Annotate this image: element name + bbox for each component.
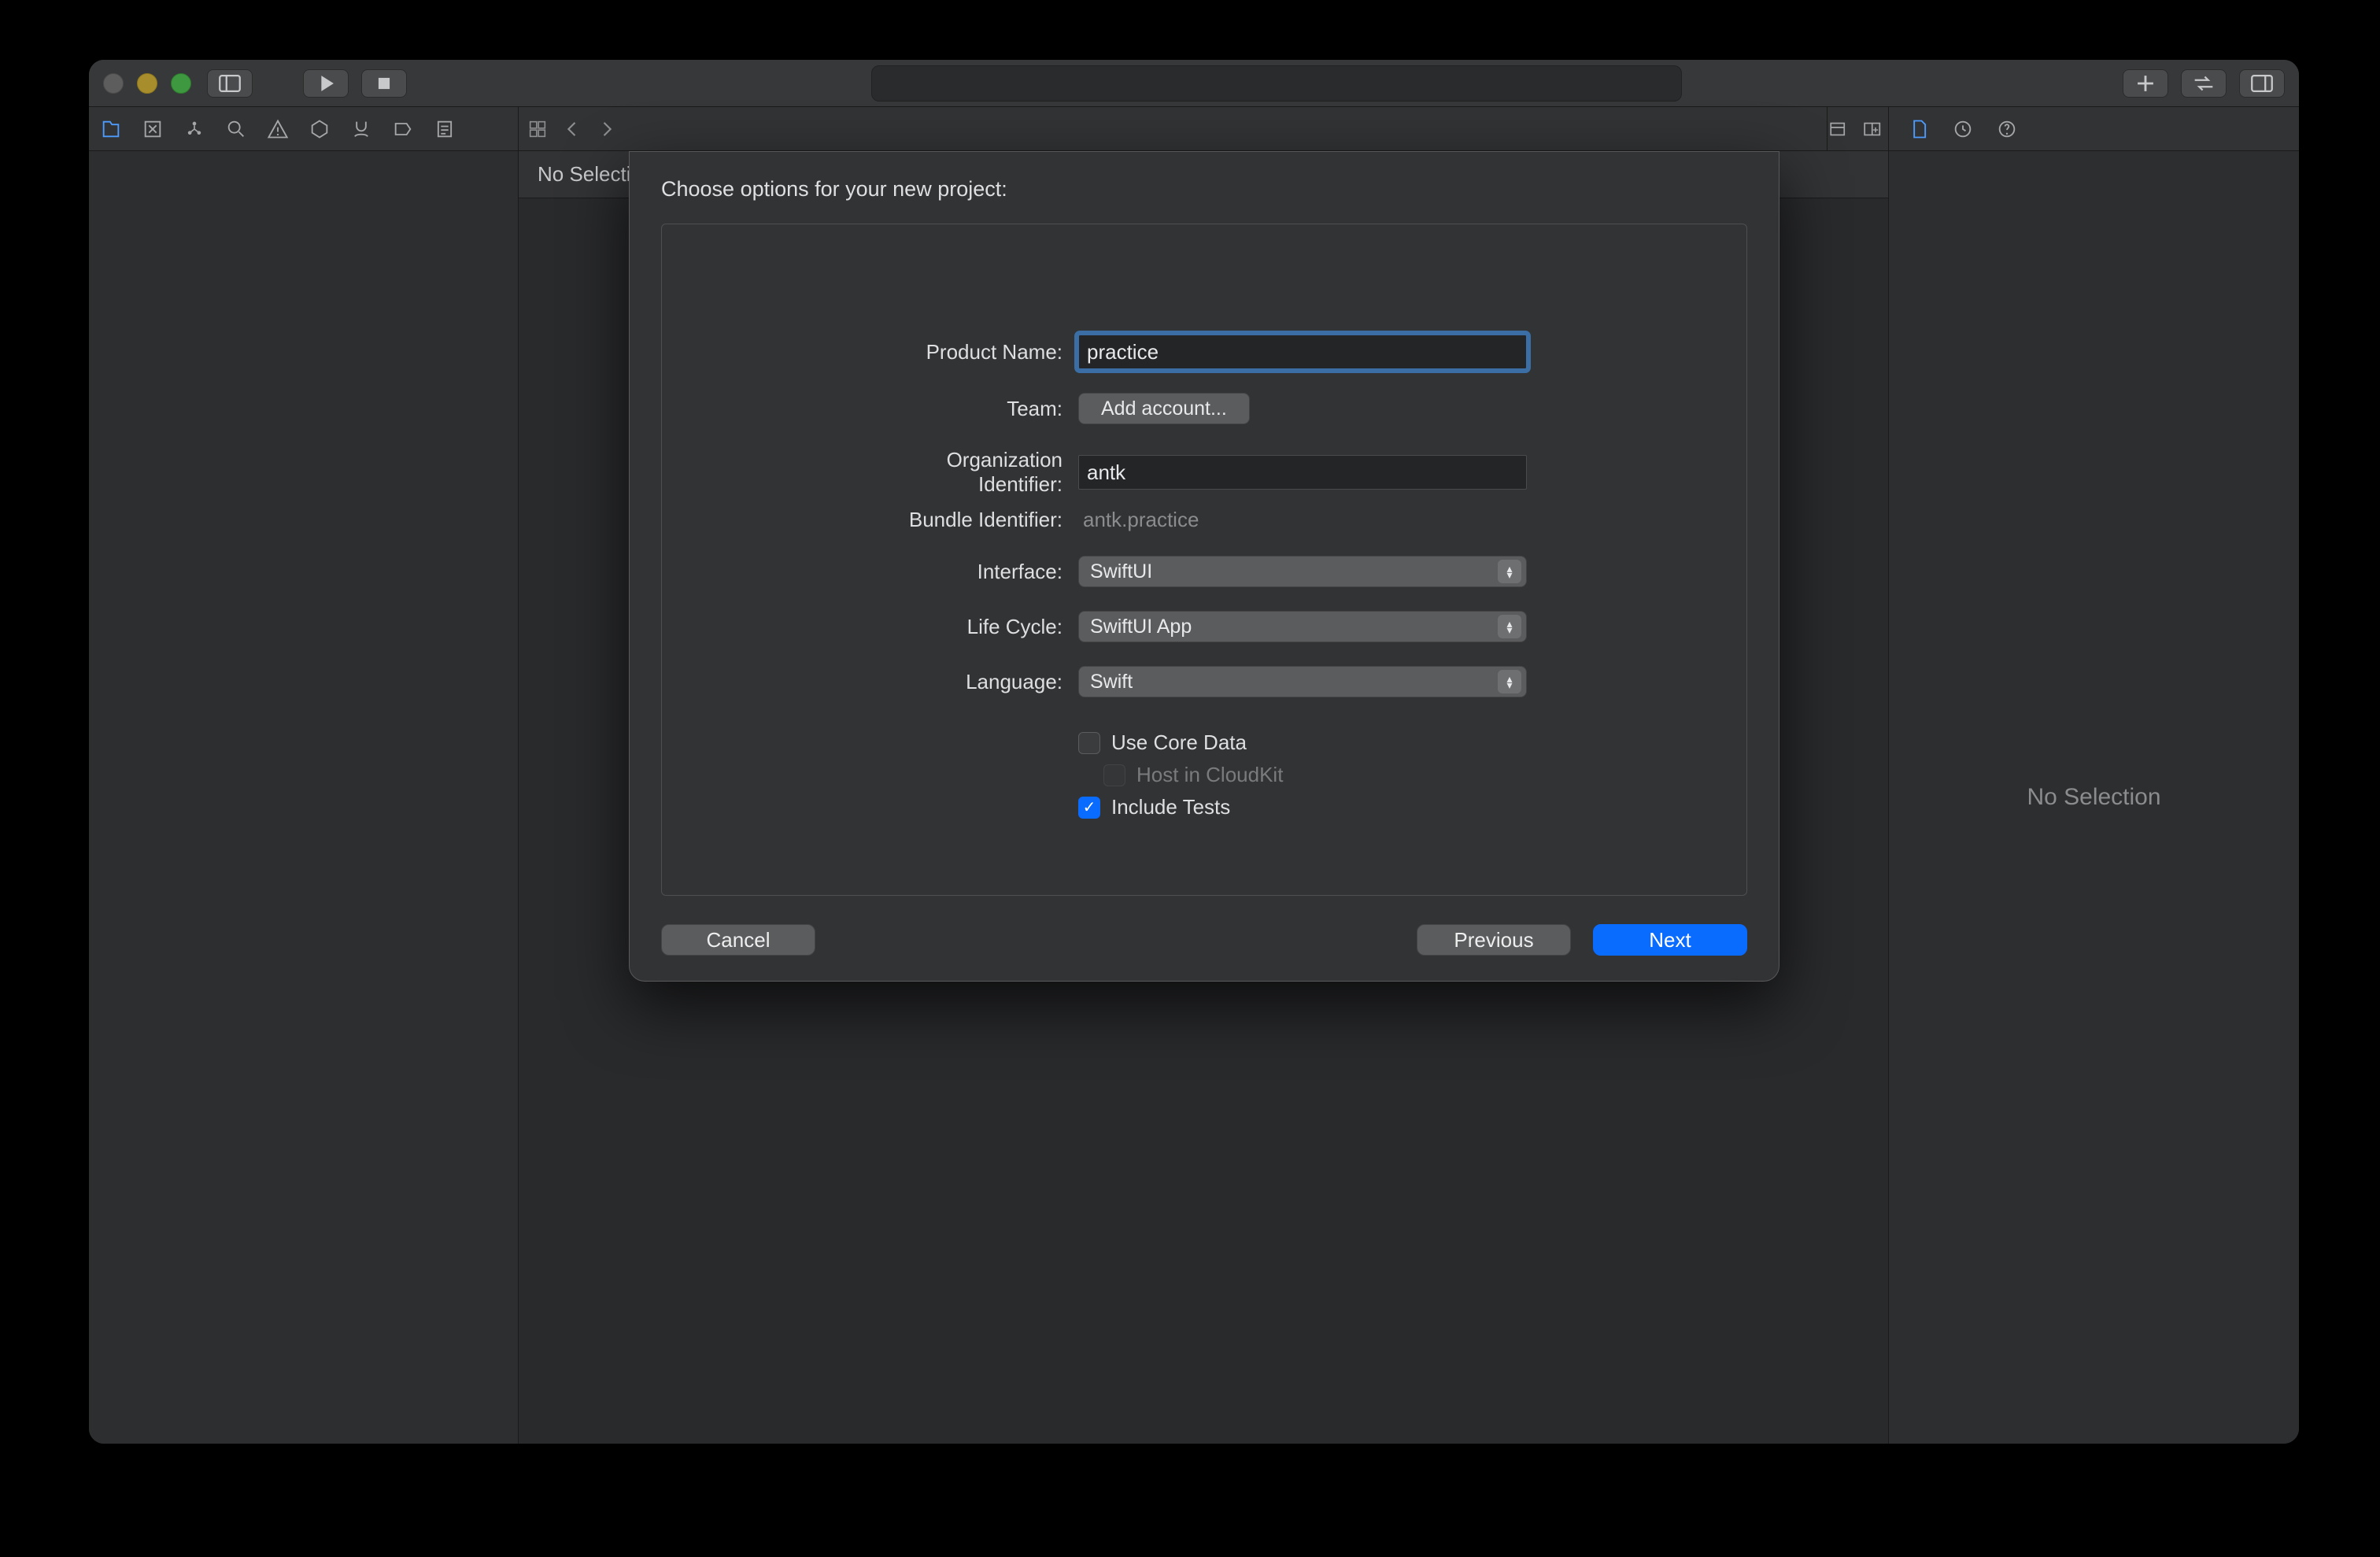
sheet-title: Choose options for your new project: <box>661 177 1747 202</box>
org-id-label: Organization Identifier: <box>866 448 1078 497</box>
library-button[interactable] <box>2123 69 2168 98</box>
plus-icon <box>2123 70 2168 97</box>
core-data-label: Use Core Data <box>1111 730 1247 755</box>
sidebar-icon <box>208 70 252 97</box>
inspector-area: No Selection <box>1888 151 2299 1444</box>
code-review-button[interactable] <box>2181 69 2227 98</box>
include-tests-checkbox[interactable]: ✓ <box>1078 797 1100 819</box>
interface-label: Interface: <box>866 560 1078 584</box>
titlebar <box>89 60 2299 107</box>
editor-nav <box>519 118 618 140</box>
stop-button[interactable] <box>361 69 407 98</box>
find-navigator-icon[interactable] <box>225 118 247 140</box>
cloudkit-checkbox <box>1103 764 1125 786</box>
project-navigator[interactable] <box>89 151 519 1444</box>
breakpoint-navigator-icon[interactable] <box>392 118 414 140</box>
previous-button[interactable]: Previous <box>1417 924 1571 956</box>
report-navigator-icon[interactable] <box>434 118 456 140</box>
interface-popup[interactable]: SwiftUI ▴▾ <box>1078 556 1527 587</box>
issue-navigator-icon[interactable] <box>267 118 289 140</box>
test-navigator-icon[interactable] <box>309 118 331 140</box>
lifecycle-value: SwiftUI App <box>1090 616 1192 638</box>
sheet-footer: Cancel Previous Next <box>661 896 1747 956</box>
next-button[interactable]: Next <box>1593 924 1747 956</box>
nav-back-icon[interactable] <box>561 118 583 140</box>
close-window-button[interactable] <box>103 73 124 94</box>
source-control-navigator-icon[interactable] <box>142 118 164 140</box>
panel-icon <box>2240 70 2284 97</box>
traffic-lights <box>103 73 191 94</box>
activity-viewer <box>871 65 1682 102</box>
product-name-label: Product Name: <box>866 340 1078 364</box>
xcode-window: No Selection No Selection Choose options… <box>88 59 2300 1444</box>
run-button[interactable] <box>303 69 349 98</box>
bundle-id-label: Bundle Identifier: <box>866 508 1078 532</box>
core-data-checkbox[interactable] <box>1078 732 1100 754</box>
chevron-updown-icon: ▴▾ <box>1498 670 1521 693</box>
minimize-window-button[interactable] <box>137 73 157 94</box>
inspector-empty-label: No Selection <box>2027 784 2160 811</box>
related-items-icon[interactable] <box>527 118 549 140</box>
nav-forward-icon[interactable] <box>596 118 618 140</box>
project-navigator-icon[interactable] <box>100 118 122 140</box>
language-popup[interactable]: Swift ▴▾ <box>1078 666 1527 697</box>
editor-options <box>1827 107 1888 150</box>
inspector-toggle-button[interactable] <box>2239 69 2285 98</box>
lifecycle-popup[interactable]: SwiftUI App ▴▾ <box>1078 611 1527 642</box>
stop-icon <box>362 70 406 97</box>
add-editor-icon[interactable] <box>1862 118 1883 140</box>
navigator-bar <box>89 107 2299 151</box>
inspector-selector <box>1888 107 2299 150</box>
debug-navigator-icon[interactable] <box>350 118 372 140</box>
new-project-sheet: Choose options for your new project: Pro… <box>629 151 1779 982</box>
sheet-form-area: Product Name: Team: Add account... <box>661 224 1747 896</box>
chevron-updown-icon: ▴▾ <box>1498 615 1521 638</box>
team-label: Team: <box>866 397 1078 421</box>
interface-value: SwiftUI <box>1090 560 1152 583</box>
help-inspector-icon[interactable] <box>1996 118 2018 140</box>
cloudkit-label: Host in CloudKit <box>1136 763 1283 787</box>
language-label: Language: <box>866 670 1078 694</box>
play-icon <box>304 70 348 97</box>
add-account-button[interactable]: Add account... <box>1078 393 1250 424</box>
navigator-selector <box>89 107 519 150</box>
editor-layout-icon[interactable] <box>1828 118 1848 140</box>
bundle-id-value: antk.practice <box>1078 508 1199 531</box>
sheet-container: Choose options for your new project: Pro… <box>519 151 1890 1444</box>
chevron-updown-icon: ▴▾ <box>1498 560 1521 583</box>
zoom-window-button[interactable] <box>171 73 191 94</box>
language-value: Swift <box>1090 671 1133 693</box>
org-id-input[interactable] <box>1078 455 1527 490</box>
product-name-input[interactable] <box>1078 335 1527 369</box>
history-inspector-icon[interactable] <box>1952 118 1974 140</box>
arrows-icon <box>2182 70 2226 97</box>
cancel-button[interactable]: Cancel <box>661 924 815 956</box>
layout-toggle-button[interactable] <box>207 69 253 98</box>
file-inspector-icon[interactable] <box>1908 118 1930 140</box>
lifecycle-label: Life Cycle: <box>866 615 1078 639</box>
include-tests-label: Include Tests <box>1111 795 1230 819</box>
symbol-navigator-icon[interactable] <box>183 118 205 140</box>
